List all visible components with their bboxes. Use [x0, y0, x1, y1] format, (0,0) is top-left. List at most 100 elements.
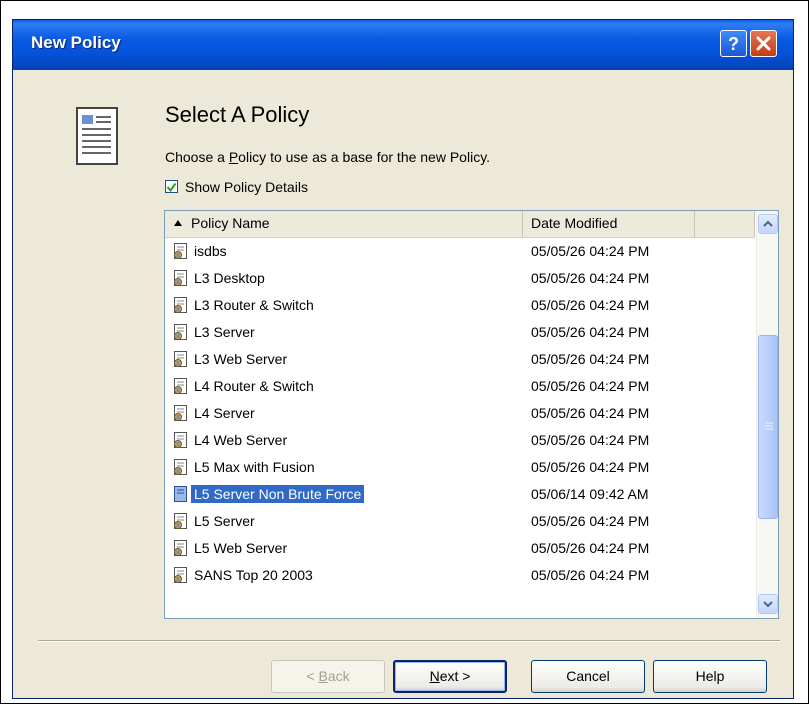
chevron-up-icon	[763, 220, 773, 227]
date-modified-cell: 05/05/26 04:24 PM	[531, 513, 650, 529]
date-modified-cell: 05/05/26 04:24 PM	[531, 297, 650, 313]
table-row[interactable]: L5 Server Non Brute Force 05/06/14 09:42 …	[165, 481, 755, 508]
policy-file-icon	[174, 405, 187, 421]
instruction-part: olicy to use as a base for the new Polic…	[238, 149, 491, 165]
instruction-text: Choose a Policy to use as a base for the…	[165, 149, 490, 165]
table-row[interactable]: L4 Web Server 05/05/26 04:24 PM	[165, 427, 755, 454]
policy-name-cell: L4 Web Server	[194, 432, 288, 448]
list-header: Policy Name Date Modified	[165, 211, 755, 238]
date-modified-cell: 05/05/26 04:24 PM	[531, 378, 650, 394]
policy-file-icon	[174, 513, 187, 529]
policy-list[interactable]: Policy Name Date Modified isdbs 05/05/26 …	[164, 210, 779, 619]
grip-icon	[765, 422, 773, 430]
policy-name-cell: L5 Max with Fusion	[194, 459, 315, 475]
svg-text:?: ?	[728, 34, 739, 54]
title-bar[interactable]: New Policy ?	[13, 20, 793, 70]
policy-file-icon	[174, 270, 187, 286]
policy-file-icon	[174, 297, 187, 313]
policy-name-cell: L5 Server	[194, 513, 255, 529]
table-row[interactable]: SANS Top 20 2003 05/05/26 04:24 PM	[165, 562, 755, 589]
policy-name-cell: L5 Web Server	[194, 540, 288, 556]
page-heading: Select A Policy	[165, 102, 310, 127]
policy-file-icon-wrap	[173, 458, 189, 479]
policy-file-icon-wrap	[173, 512, 189, 533]
date-modified-cell: 05/05/26 04:24 PM	[531, 405, 650, 421]
window-title: New Policy	[31, 33, 121, 52]
button-label: ext >	[439, 668, 471, 684]
button-separator	[38, 640, 780, 642]
policy-file-icon-wrap	[173, 539, 189, 560]
question-icon: ?	[728, 34, 739, 54]
column-label: Date Modified	[531, 215, 618, 231]
policy-file-icon	[174, 459, 187, 475]
date-modified-cell: 05/05/26 04:24 PM	[531, 432, 650, 448]
policy-name-cell: L3 Server	[194, 324, 255, 340]
table-row[interactable]: L3 Web Server 05/05/26 04:24 PM	[165, 346, 755, 373]
button-mnemonic: N	[429, 668, 440, 684]
table-row[interactable]: L4 Server 05/05/26 04:24 PM	[165, 400, 755, 427]
table-row[interactable]: L3 Router & Switch 05/05/26 04:24 PM	[165, 292, 755, 319]
policy-name-cell: L3 Web Server	[194, 351, 288, 367]
checkmark-icon	[166, 182, 177, 193]
close-icon	[756, 36, 771, 51]
date-modified-cell: 05/05/26 04:24 PM	[531, 324, 650, 340]
policy-file-icon-wrap	[173, 404, 189, 425]
policy-file-icon-wrap	[173, 350, 189, 371]
show-details-checkbox[interactable]	[165, 180, 178, 193]
policy-file-icon-wrap	[173, 242, 189, 263]
button-label: ack	[327, 668, 350, 684]
policy-file-icon-wrap	[173, 296, 189, 317]
policy-file-icon	[174, 432, 187, 448]
policy-file-icon-wrap	[173, 269, 189, 290]
title-close-button[interactable]	[750, 30, 777, 57]
new-policy-dialog: New Policy ? Select A Policy Choose a Po…	[12, 19, 794, 699]
instruction-mnemonic: P	[228, 149, 239, 165]
policy-file-icon	[174, 486, 187, 502]
help-button[interactable]: Help	[653, 660, 767, 693]
table-row[interactable]: L5 Max with Fusion 05/05/26 04:24 PM	[165, 454, 755, 481]
date-modified-cell: 05/05/26 04:24 PM	[531, 540, 650, 556]
document-icon	[76, 107, 118, 165]
cancel-button[interactable]: Cancel	[531, 660, 645, 693]
scroll-up-button[interactable]	[758, 214, 778, 234]
policy-file-icon	[174, 351, 187, 367]
policy-name-cell: L4 Router & Switch	[194, 378, 314, 394]
table-row[interactable]: isdbs 05/05/26 04:24 PM	[165, 238, 755, 265]
policy-file-icon	[174, 324, 187, 340]
instruction-part: Choose a	[165, 149, 229, 165]
date-modified-cell: 05/05/26 04:24 PM	[531, 351, 650, 367]
policy-name-cell: L3 Desktop	[194, 270, 265, 286]
show-details-label: Show Policy Details	[185, 179, 308, 195]
policy-file-icon-wrap	[173, 566, 189, 587]
date-modified-cell: 05/05/26 04:24 PM	[531, 270, 650, 286]
scroll-thumb[interactable]	[758, 335, 778, 519]
column-header-empty[interactable]	[695, 211, 755, 237]
policy-name-cell: L5 Server Non Brute Force	[189, 484, 366, 504]
date-modified-cell: 05/05/26 04:24 PM	[531, 459, 650, 475]
scroll-down-button[interactable]	[758, 594, 778, 614]
column-header-policy-name[interactable]: Policy Name	[165, 211, 523, 237]
policy-name-cell: L4 Server	[194, 405, 255, 421]
table-row[interactable]: L3 Server 05/05/26 04:24 PM	[165, 319, 755, 346]
column-header-date-modified[interactable]: Date Modified	[523, 211, 695, 237]
vertical-scrollbar[interactable]	[756, 211, 778, 618]
sort-ascending-icon	[174, 220, 182, 226]
policy-file-icon-wrap	[173, 377, 189, 398]
button-mnemonic: B	[318, 668, 328, 684]
button-label: <	[306, 668, 319, 684]
table-row[interactable]: L5 Server 05/05/26 04:24 PM	[165, 508, 755, 535]
title-help-button[interactable]: ?	[720, 30, 747, 57]
date-modified-cell: 05/05/26 04:24 PM	[531, 567, 650, 583]
table-row[interactable]: L5 Web Server 05/05/26 04:24 PM	[165, 535, 755, 562]
policy-file-icon	[174, 567, 187, 583]
policy-name-cell: isdbs	[194, 243, 227, 259]
back-button[interactable]: < Back	[271, 660, 385, 693]
policy-rows: isdbs 05/05/26 04:24 PM L3 Desktop 05/05/26…	[165, 238, 755, 589]
policy-file-icon	[174, 378, 187, 394]
table-row[interactable]: L4 Router & Switch 05/05/26 04:24 PM	[165, 373, 755, 400]
next-button[interactable]: Next >	[393, 660, 507, 693]
table-row[interactable]: L3 Desktop 05/05/26 04:24 PM	[165, 265, 755, 292]
policy-file-icon-wrap	[173, 431, 189, 452]
date-modified-cell: 05/06/14 09:42 AM	[531, 486, 649, 502]
policy-file-icon-wrap	[173, 485, 189, 506]
